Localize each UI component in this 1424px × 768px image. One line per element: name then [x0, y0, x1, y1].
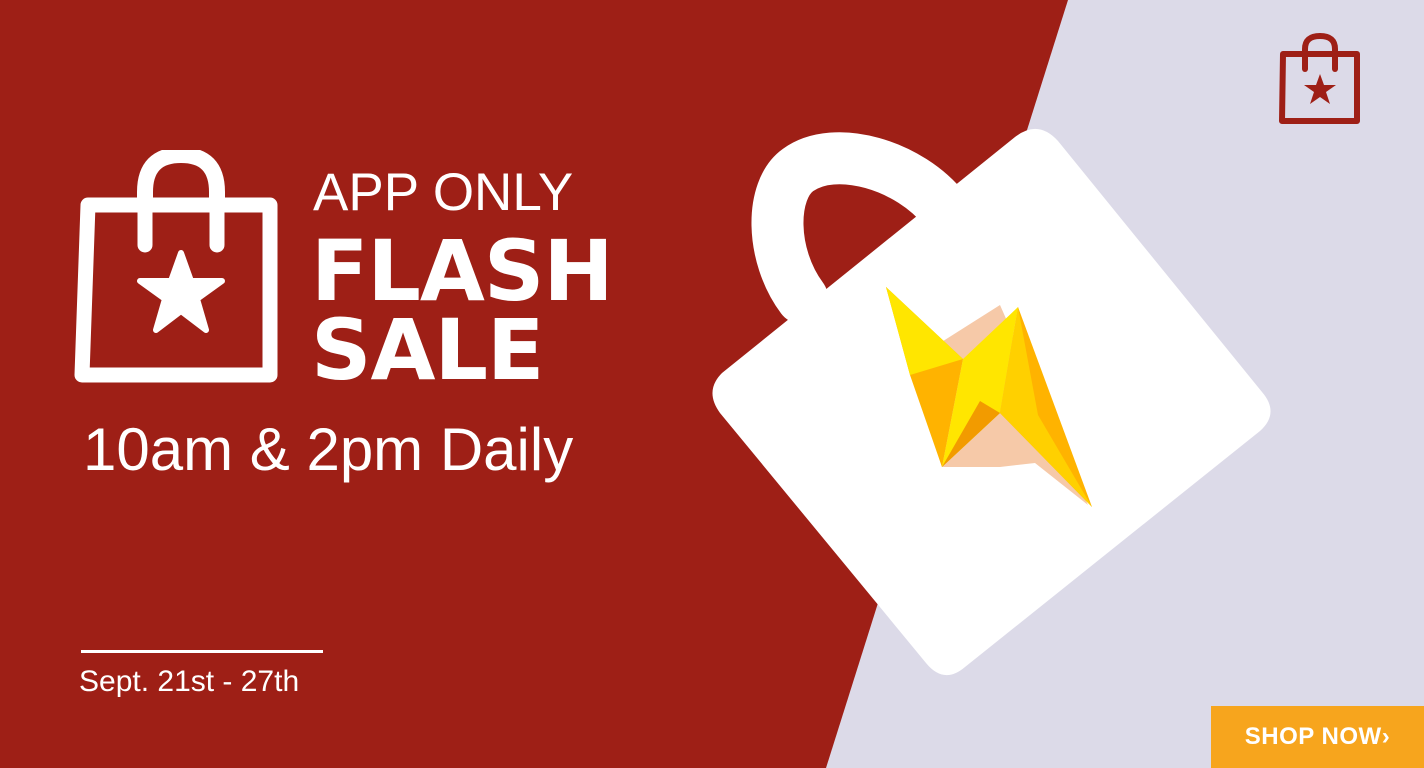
shopping-bag-lightning-icon — [712, 128, 1271, 676]
headline-sale: SALE — [311, 301, 544, 399]
date-divider — [81, 650, 323, 653]
shop-now-button[interactable]: SHOP NOW› — [1211, 706, 1424, 768]
headline-app-only: APP ONLY — [313, 163, 574, 222]
flash-sale-banner: APP ONLY FLASH SALE 10am & 2pm Daily Sep… — [0, 0, 1424, 768]
sale-date-range: Sept. 21st - 27th — [79, 665, 300, 698]
shopping-bag-star-icon — [74, 150, 278, 383]
shop-now-label: SHOP NOW› — [1244, 723, 1391, 750]
corner-logo-bag-icon[interactable] — [1278, 32, 1362, 126]
sale-schedule: 10am & 2pm Daily — [83, 416, 574, 483]
